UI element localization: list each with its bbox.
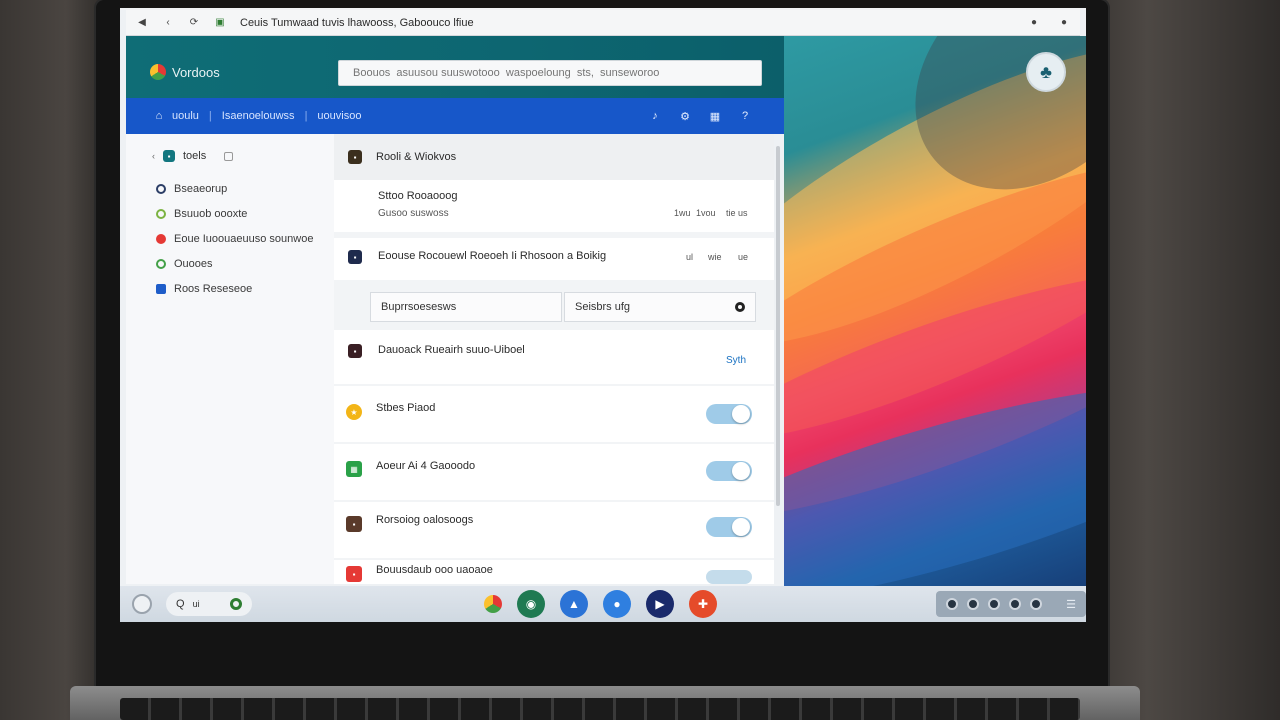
home-icon: ⌂ (155, 110, 163, 122)
settings-row-3[interactable]: ▪ Dauoack Rueairh suuo-Uiboel Syth (334, 330, 774, 384)
section-title: Rooli & Wiokvos (376, 151, 457, 163)
laptop-keyboard (120, 698, 1080, 720)
sidebar-item-3[interactable]: Eoue Iuoouaeuuso sounwoe (156, 226, 313, 251)
messages-app-icon[interactable]: ◉ (517, 590, 545, 618)
main-scrollbar[interactable] (776, 146, 780, 506)
folder-icon: ▪ (163, 150, 175, 162)
sidebar-item-5[interactable]: Roos Reseseoe (156, 276, 313, 301)
settings-row-2[interactable]: ▪ Eoouse Rocouewl Roeoeh Ii Rhosoon a Bo… (334, 238, 774, 280)
sidebar: ‹ ▪ toels Bseaeorup Bsuuob oooxte Eoue I… (126, 134, 334, 584)
browser-toolbar: ◀ ‹ ⟳ ▣ Ceuis Tumwaad tuvis lhawooss, Ga… (126, 10, 1080, 36)
radio-icon[interactable] (735, 302, 745, 312)
app-header: Vordoos (126, 36, 784, 98)
settings-tray-icon (1030, 598, 1042, 610)
background-right (1090, 0, 1280, 720)
chrome-app-icon[interactable] (484, 595, 502, 613)
network-icon (946, 598, 958, 610)
chat-app-icon[interactable]: ● (603, 590, 631, 618)
library-icon: ▪ (348, 344, 362, 358)
site-security-icon[interactable]: ▣ (214, 17, 226, 29)
document-icon: ▪ (348, 250, 362, 264)
toggle-knob (732, 518, 750, 536)
toggle-knob (732, 405, 750, 423)
logo-text: Vordoos (172, 64, 220, 80)
logo-icon (150, 64, 166, 80)
pinned-apps: ◉ ▲ ● ▶ ✚ (484, 590, 717, 618)
circle-icon (156, 183, 166, 194)
tree-icon: ♣ (1040, 61, 1052, 82)
toggle-switch-2[interactable] (706, 461, 752, 481)
files-app-icon[interactable]: ▲ (560, 590, 588, 618)
search-input[interactable] (338, 60, 762, 86)
taskbar: Q ui ◉ ▲ ● ▶ ✚ ☰ (120, 586, 1086, 622)
box-icon: ▪ (346, 516, 362, 532)
sync-link[interactable]: Syth (726, 355, 746, 366)
search-icon: Q (176, 598, 185, 610)
checkbox-icon[interactable] (224, 151, 234, 161)
sidebar-list: Bseaeorup Bsuuob oooxte Eoue Iuoouaeuuso… (156, 176, 313, 301)
alert-icon: ▪ (346, 566, 362, 582)
nav-item-home[interactable]: ⌂ uoulu (152, 109, 199, 123)
launcher-button[interactable] (132, 594, 152, 614)
sidebar-item-4[interactable]: Ouooes (156, 251, 313, 276)
sidebar-header[interactable]: ‹ ▪ toels (152, 150, 234, 162)
circle-icon (156, 208, 166, 219)
circle-icon (156, 233, 166, 244)
desktop-wallpaper (784, 36, 1086, 586)
sidebar-item-2[interactable]: Bsuuob oooxte (156, 201, 313, 226)
extension-icon[interactable]: ● (1028, 17, 1040, 29)
toggle-knob (732, 462, 750, 480)
square-icon (156, 283, 166, 294)
chevron-left-icon: ‹ (152, 151, 155, 161)
notification-icon (1009, 598, 1021, 610)
section-icon: ▪ (348, 150, 362, 164)
nav-item-2[interactable]: Isaenoelouwss (222, 110, 295, 122)
settings-row-1[interactable]: Sttoo Rooaooog Gusoo suswoss 1wu 1vou ti… (334, 180, 774, 232)
bell-icon[interactable]: ♪ (648, 109, 662, 123)
toggle-switch-3[interactable] (706, 517, 752, 537)
menu-icon: ☰ (1066, 598, 1076, 611)
sidebar-item-1[interactable]: Bseaeorup (156, 176, 313, 201)
laptop-screen: ◀ ‹ ⟳ ▣ Ceuis Tumwaad tuvis lhawooss, Ga… (120, 8, 1086, 622)
assistant-icon[interactable] (230, 598, 242, 610)
reload-icon[interactable]: ⟳ (188, 17, 200, 29)
profile-menu-icon[interactable]: ● (1058, 17, 1070, 29)
address-bar-url[interactable]: Ceuis Tumwaad tuvis lhawooss, Gaboouco l… (240, 17, 474, 29)
section-header: ▪ Rooli & Wiokvos (334, 134, 774, 180)
back-icon[interactable]: ◀ (136, 17, 148, 29)
taskbar-search[interactable]: Q ui (166, 592, 252, 616)
background-left (0, 0, 110, 720)
star-icon: ★ (346, 404, 362, 420)
toggle-switch-4[interactable] (706, 570, 752, 584)
settings-icon[interactable]: ⚙ (678, 109, 692, 123)
grid-icon: ▦ (346, 461, 362, 477)
toggle-row-4: ▪ Bouusdaub ooo uaoaoe (334, 560, 774, 584)
help-icon[interactable]: ? (738, 109, 752, 123)
photos-app-icon[interactable]: ✚ (689, 590, 717, 618)
volume-icon (988, 598, 1000, 610)
apps-icon[interactable]: ▦ (708, 109, 722, 123)
user-avatar[interactable]: ♣ (1026, 52, 1066, 92)
circle-icon (156, 258, 166, 269)
toggle-row-2: ▦ Aoeur Ai 4 Gaooodo (334, 444, 774, 500)
battery-icon (967, 598, 979, 610)
main-panel: ▪ Rooli & Wiokvos Sttoo Rooaooog Gusoo s… (334, 134, 774, 584)
toggle-switch-1[interactable] (706, 404, 752, 424)
nav-bar: ⌂ uoulu | Isaenoelouwss | uouvisoo ♪ ⚙ ▦… (126, 98, 784, 134)
text-input-right[interactable]: Seisbrs ufg (564, 292, 756, 322)
app-logo[interactable]: Vordoos (150, 64, 220, 80)
nav-item-3[interactable]: uouvisoo (317, 110, 361, 122)
system-tray[interactable]: ☰ (936, 591, 1086, 617)
toggle-row-1: ★ Stbes Piaod (334, 386, 774, 442)
play-app-icon[interactable]: ▶ (646, 590, 674, 618)
text-input-left[interactable]: Buprrsoesesws (370, 292, 562, 322)
forward-icon[interactable]: ‹ (162, 17, 174, 29)
toggle-row-3: ▪ Rorsoiog oalosoogs (334, 502, 774, 558)
